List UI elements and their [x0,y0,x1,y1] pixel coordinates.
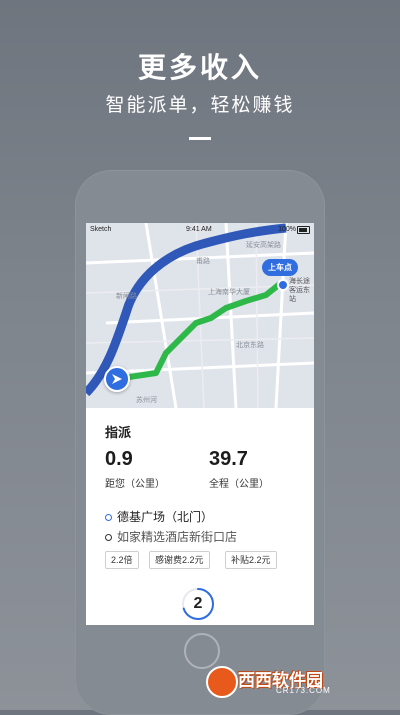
map-view[interactable]: 延安高架路 甫路 上海南华大厦 北京东路 新闸路 苏州河 上车点 海长途客运东站 [86,223,314,408]
map-label-road: 新闸路 [116,293,137,300]
status-bar: Sketch 9:41 AM 100% [86,223,314,237]
tag-subsidy: 补贴2.2元 [225,551,277,569]
tag-thanks-fee: 感谢费2.2元 [149,551,210,569]
countdown-value[interactable]: 2 [181,587,215,621]
promo-headline: 更多收入 [137,52,262,83]
total-distance-value: 39.7 [209,448,248,470]
map-label-poi: 上海南华大厦 [208,289,250,296]
total-distance-label: 全程（公里） [209,479,269,490]
dispatch-title: 指派 [105,425,132,440]
navigation-arrow-icon [104,366,130,392]
destination-map-label: 海长途客运东站 [289,278,310,303]
clock: 9:41 AM [186,226,212,233]
map-label-road: 北京东路 [236,342,264,349]
origin-dot-icon [105,514,112,522]
carrier-label: Sketch [90,226,112,233]
watermark-domain: CR173.COM [276,686,331,695]
destination-dot-icon [105,534,112,542]
destination-text: 如家精选酒店新街口店 [117,530,238,544]
map-label-road: 甫路 [196,258,210,265]
distance-to-you-label: 距您（公里） [105,479,165,490]
origin-text: 德基广场（北门） [117,510,214,524]
dispatch-card: 指派 0.9 距您（公里） 39.7 全程（公里） 德基广场（北门） 如家精选酒… [86,408,314,625]
map-label-road: 延安高架路 [246,242,281,249]
battery-level: 100% [278,226,296,233]
divider [189,137,211,140]
watermark: 西西软件园 CR173.COM [206,664,382,698]
map-label-river: 苏州河 [136,397,157,404]
location-pin-icon [277,279,289,291]
app-screen: Sketch 9:41 AM 100% 延安高架路 甫路 上海南华大厦 北京东路… [86,223,314,625]
promo-subline: 智能派单，轻松赚钱 [105,95,295,116]
origin-row: 德基广场（北门） [105,508,213,525]
destination-row: 如家精选酒店新街口店 [105,528,237,545]
tag-multiplier: 2.2倍 [105,551,139,569]
battery-icon [297,226,310,234]
distance-to-you-value: 0.9 [105,448,133,470]
pickup-badge[interactable]: 上车点 [262,259,298,276]
watermark-logo-icon [206,666,238,698]
